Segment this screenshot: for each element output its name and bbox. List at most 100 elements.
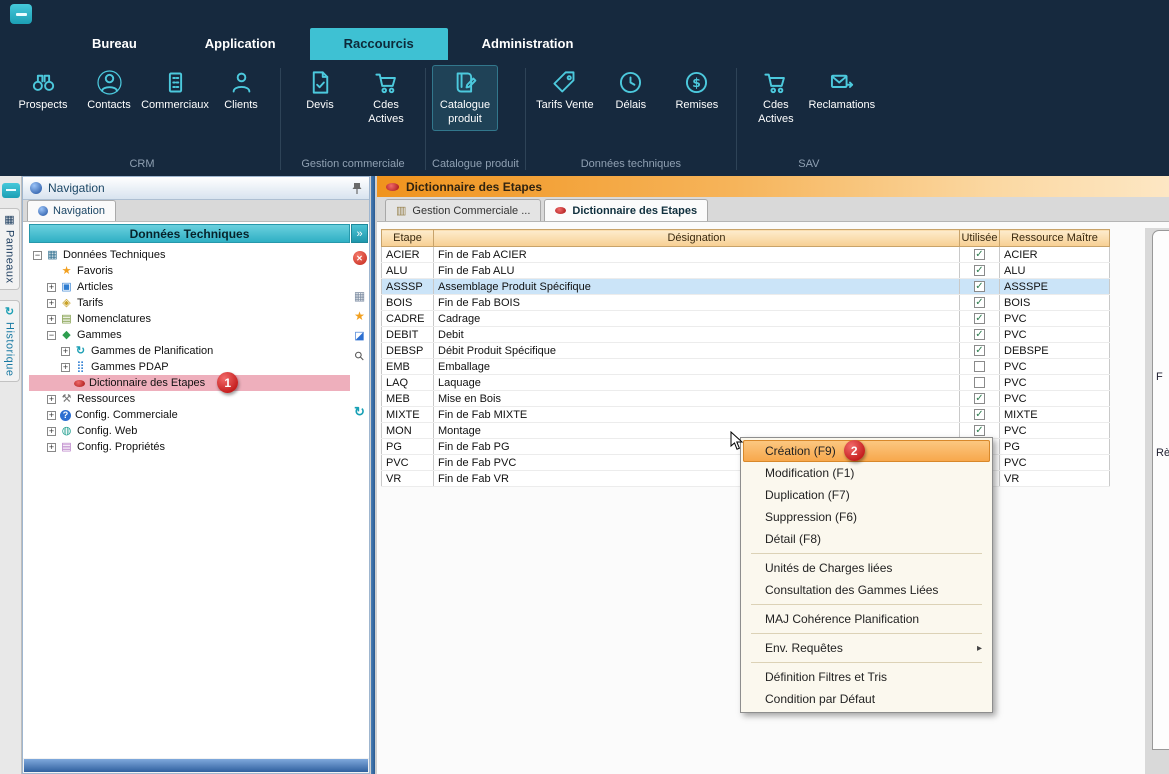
expand-icon[interactable]: + <box>47 427 56 436</box>
cell-utilisee <box>960 407 1000 423</box>
ribbon-button-remises[interactable]: $Remises <box>664 65 730 117</box>
dock-app-icon[interactable] <box>2 183 20 198</box>
tree-item-config-commerciale[interactable]: +Config. Commerciale <box>29 407 350 423</box>
menu-item-maj-coherence-planification[interactable]: MAJ Cohérence Planification <box>743 608 990 630</box>
menu-item-suppression-f6[interactable]: Suppression (F6) <box>743 506 990 528</box>
utilisee-checkbox[interactable] <box>974 265 985 276</box>
ribbon-button-cdes-actives[interactable]: Cdes Actives <box>743 65 809 131</box>
expand-icon[interactable]: + <box>47 395 56 404</box>
tree-item-gammes[interactable]: −Gammes <box>29 327 350 343</box>
collapse-panel-button[interactable]: » <box>351 224 368 243</box>
panel-splitter[interactable] <box>370 176 377 774</box>
tree-item-gammes-de-planification[interactable]: +Gammes de Planification <box>29 343 350 359</box>
close-icon[interactable] <box>353 251 367 265</box>
ribbon-button-tarifs-vente[interactable]: Tarifs Vente <box>532 65 598 117</box>
utilisee-checkbox[interactable] <box>974 281 985 292</box>
app-menu-icon[interactable] <box>10 4 32 24</box>
expand-icon[interactable]: + <box>61 363 70 372</box>
menu-item-creation-f9[interactable]: Création (F9)2 <box>743 440 990 462</box>
menu-item-modification-f1[interactable]: Modification (F1) <box>743 462 990 484</box>
ribbon-button-catalogue-produit[interactable]: Catalogue produit <box>432 65 498 131</box>
ribbon-button-delais[interactable]: Délais <box>598 65 664 117</box>
menu-item-detail-f8[interactable]: Détail (F8) <box>743 528 990 550</box>
calculator-icon[interactable] <box>352 288 367 303</box>
expand-icon[interactable]: + <box>47 299 56 308</box>
ribbon-button-clients[interactable]: Clients <box>208 65 274 117</box>
collapse-icon[interactable]: − <box>47 331 56 340</box>
menu-item-definition-filtres-et-tris[interactable]: Définition Filtres et Tris <box>743 666 990 688</box>
column-header-etape[interactable]: Etape <box>382 230 434 247</box>
ribbon-button-devis[interactable]: Devis <box>287 65 353 117</box>
menu-item-env-requetes[interactable]: Env. Requêtes▸ <box>743 637 990 659</box>
right-dock-panel[interactable]: FRè <box>1152 230 1169 750</box>
utilisee-checkbox[interactable] <box>974 249 985 260</box>
ribbon-tab-bureau[interactable]: Bureau <box>58 28 171 60</box>
tab-navigation[interactable]: Navigation <box>27 200 116 221</box>
menu-item-unites-de-charges-liees[interactable]: Unités de Charges liées <box>743 557 990 579</box>
pin-icon[interactable] <box>352 182 362 195</box>
tree-item-config-proprietes[interactable]: +Config. Propriétés <box>29 439 350 455</box>
utilisee-checkbox[interactable] <box>974 425 985 436</box>
collapse-icon[interactable]: − <box>33 251 42 260</box>
utilisee-checkbox[interactable] <box>974 297 985 308</box>
tree-item-articles[interactable]: +Articles <box>29 279 350 295</box>
panel-scrollbar[interactable] <box>24 759 368 772</box>
utilisee-checkbox[interactable] <box>974 345 985 356</box>
ribbon-button-commerciaux[interactable]: Commerciaux <box>142 65 208 117</box>
tree-item-ressources[interactable]: +Ressources <box>29 391 350 407</box>
tree-item-dictionnaire-des-etapes[interactable]: Dictionnaire des Etapes1 <box>29 375 350 391</box>
tree-item-nomenclatures[interactable]: +Nomenclatures <box>29 311 350 327</box>
tree-item-tarifs[interactable]: +Tarifs <box>29 295 350 311</box>
tree-item-favoris[interactable]: Favoris <box>29 263 350 279</box>
ribbon-button-label: Prospects <box>19 99 68 113</box>
ribbon-button-label: Cdes Actives <box>745 99 807 127</box>
utilisee-checkbox[interactable] <box>974 409 985 420</box>
table-row-alu[interactable]: ALUFin de Fab ALUALU <box>382 263 1110 279</box>
search-icon[interactable] <box>352 348 367 363</box>
table-row-meb[interactable]: MEBMise en BoisPVC <box>382 391 1110 407</box>
table-row-acier[interactable]: ACIERFin de Fab ACIERACIER <box>382 247 1110 263</box>
tab-gestion-commerciale[interactable]: Gestion Commerciale ... <box>385 199 541 221</box>
menu-item-condition-par-defaut[interactable]: Condition par Défaut <box>743 688 990 710</box>
expand-icon[interactable]: + <box>61 347 70 356</box>
table-row-mixte[interactable]: MIXTEFin de Fab MIXTEMIXTE <box>382 407 1110 423</box>
ribbon-tab-administration[interactable]: Administration <box>448 28 608 60</box>
table-row-laq[interactable]: LAQLaquagePVC <box>382 375 1110 391</box>
dock-tab-panneaux[interactable]: Panneaux <box>0 208 20 290</box>
menu-item-consultation-des-gammes-liees[interactable]: Consultation des Gammes Liées <box>743 579 990 601</box>
utilisee-checkbox[interactable] <box>974 313 985 324</box>
cell-etape: VR <box>382 471 434 487</box>
ribbon-button-contacts[interactable]: Contacts <box>76 65 142 117</box>
palette-icon[interactable] <box>352 328 367 343</box>
favorite-icon[interactable] <box>352 308 367 323</box>
utilisee-checkbox[interactable] <box>974 361 985 372</box>
expand-icon[interactable]: + <box>47 315 56 324</box>
table-row-debit[interactable]: DEBITDebitPVC <box>382 327 1110 343</box>
utilisee-checkbox[interactable] <box>974 329 985 340</box>
table-row-debsp[interactable]: DEBSPDébit Produit SpécifiqueDEBSPE <box>382 343 1110 359</box>
dock-tab-historique[interactable]: Historique <box>0 300 20 383</box>
table-row-emb[interactable]: EMBEmballagePVC <box>382 359 1110 375</box>
utilisee-checkbox[interactable] <box>974 393 985 404</box>
ribbon-button-reclamations[interactable]: Reclamations <box>809 65 875 117</box>
ribbon-tab-raccourcis[interactable]: Raccourcis <box>310 28 448 60</box>
ribbon-tab-application[interactable]: Application <box>171 28 310 60</box>
tab-dictionnaire-des-etapes[interactable]: Dictionnaire des Etapes <box>544 199 708 221</box>
expand-icon[interactable]: + <box>47 283 56 292</box>
table-row-asssp[interactable]: ASSSPAssemblage Produit SpécifiqueASSSPE <box>382 279 1110 295</box>
ribbon-button-prospects[interactable]: Prospects <box>10 65 76 117</box>
tree-item-gammes-pdap[interactable]: +Gammes PDAP <box>29 359 350 375</box>
menu-item-duplication-f7[interactable]: Duplication (F7) <box>743 484 990 506</box>
expand-icon[interactable]: + <box>47 443 56 452</box>
tree-item-config-web[interactable]: +Config. Web <box>29 423 350 439</box>
column-header-designation[interactable]: Désignation <box>434 230 960 247</box>
column-header-ressource-maitre[interactable]: Ressource Maître <box>1000 230 1110 247</box>
utilisee-checkbox[interactable] <box>974 377 985 388</box>
ribbon-button-cdes-actives[interactable]: Cdes Actives <box>353 65 419 131</box>
column-header-utilisee[interactable]: Utilisée <box>960 230 1000 247</box>
expand-icon[interactable]: + <box>47 411 56 420</box>
table-row-bois[interactable]: BOISFin de Fab BOISBOIS <box>382 295 1110 311</box>
refresh-clock-icon[interactable] <box>352 404 367 419</box>
tree-item-donnees-techniques[interactable]: −Données Techniques <box>29 247 350 263</box>
table-row-cadre[interactable]: CADRECadragePVC <box>382 311 1110 327</box>
